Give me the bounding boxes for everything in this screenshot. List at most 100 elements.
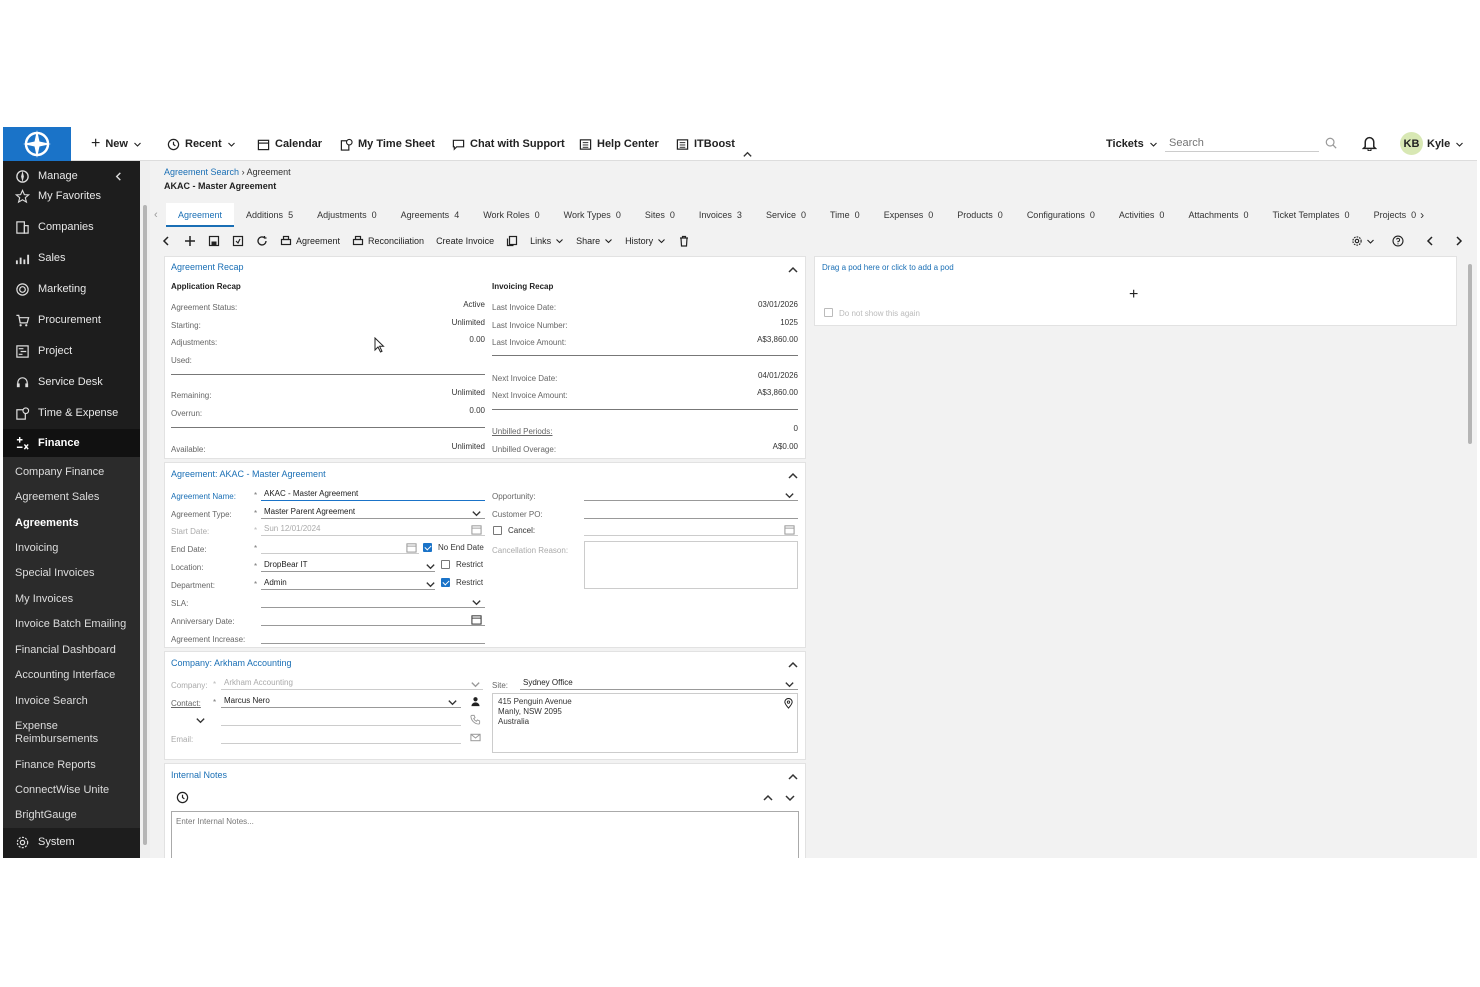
sidebar-item-procurement[interactable]: Procurement xyxy=(3,306,140,334)
tab-projects[interactable]: Projects 0 xyxy=(1362,203,1421,227)
sidebar-subitem-invoicing[interactable]: Invoicing xyxy=(3,542,140,555)
save-and-close-icon[interactable] xyxy=(232,235,244,247)
tab-work-types[interactable]: Work Types 0 xyxy=(552,203,633,227)
sidebar-item-companies[interactable]: Companies xyxy=(3,213,140,241)
tab-expenses[interactable]: Expenses 0 xyxy=(872,203,946,227)
sidebar-scrollbar[interactable] xyxy=(140,161,150,858)
bell-icon[interactable] xyxy=(1362,135,1377,151)
avatar[interactable]: KB xyxy=(1400,132,1423,155)
help-icon[interactable] xyxy=(1392,235,1404,247)
save-icon[interactable] xyxy=(208,235,220,247)
tab-adjustments[interactable]: Adjustments 0 xyxy=(305,203,389,227)
agreement-increase-input[interactable] xyxy=(261,631,485,644)
sidebar-item-finance[interactable]: Finance xyxy=(3,429,140,457)
sidebar-subitem-financial-dashboard[interactable]: Financial Dashboard xyxy=(3,644,140,657)
sidebar-subitem-my-invoices[interactable]: My Invoices xyxy=(3,593,140,606)
add-icon[interactable] xyxy=(184,235,196,247)
itboost-link[interactable]: ITBoost xyxy=(676,127,735,161)
tab-ticket-templates[interactable]: Ticket Templates 0 xyxy=(1261,203,1362,227)
create-invoice-button[interactable]: Create Invoice xyxy=(436,236,494,246)
links-menu[interactable]: Links xyxy=(530,235,564,247)
sidebar-item-time-expense[interactable]: Time & Expense xyxy=(3,399,140,427)
location-select[interactable]: DropBear IT xyxy=(261,559,435,572)
print-reconciliation-button[interactable]: Reconciliation xyxy=(352,235,424,247)
tab-products[interactable]: Products 0 xyxy=(945,203,1015,227)
chevron-down-icon[interactable] xyxy=(784,490,795,501)
cancellation-reason-textarea[interactable] xyxy=(584,541,798,589)
phone-input[interactable] xyxy=(221,713,461,726)
start-date-input[interactable]: Sun 12/01/2024 xyxy=(261,523,485,536)
company-select[interactable]: Arkham Accounting xyxy=(221,677,483,690)
sidebar-subitem-agreements[interactable]: Agreements xyxy=(3,517,140,530)
calendar-icon[interactable] xyxy=(784,524,795,535)
email-field[interactable] xyxy=(221,731,461,744)
person-icon[interactable] xyxy=(470,696,481,707)
trash-icon[interactable] xyxy=(678,235,690,247)
sidebar-subitem-special-invoices[interactable]: Special Invoices xyxy=(3,567,140,580)
chevron-down-icon[interactable] xyxy=(447,697,458,708)
next-record-icon[interactable] xyxy=(1453,235,1465,247)
cancel-checkbox[interactable] xyxy=(493,526,502,535)
search-input[interactable] xyxy=(1165,134,1319,152)
collapse-icon[interactable] xyxy=(787,659,799,671)
tab-time[interactable]: Time 0 xyxy=(818,203,872,227)
mail-icon[interactable] xyxy=(470,732,481,743)
tab-agreements[interactable]: Agreements 4 xyxy=(389,203,472,227)
sidebar-subitem-finance-reports[interactable]: Finance Reports xyxy=(3,759,140,772)
calendar-link[interactable]: Calendar xyxy=(257,127,322,161)
tab-additions[interactable]: Additions 5 xyxy=(234,203,305,227)
help-center-link[interactable]: Help Center xyxy=(579,127,659,161)
tabs-scroll-right-icon[interactable]: › xyxy=(1420,203,1430,227)
tab-work-roles[interactable]: Work Roles 0 xyxy=(471,203,551,227)
opportunity-select[interactable] xyxy=(584,488,798,501)
sidebar-item-service-desk[interactable]: Service Desk xyxy=(3,368,140,396)
chevron-down-icon[interactable] xyxy=(1366,237,1375,246)
unbilled-periods-link[interactable]: Unbilled Periods: xyxy=(492,427,552,436)
settings-gear-icon[interactable] xyxy=(1351,235,1363,247)
chevron-down-icon[interactable] xyxy=(784,679,795,690)
chevron-down-icon[interactable] xyxy=(425,579,436,590)
end-date-input[interactable] xyxy=(261,541,419,554)
customer-po-input[interactable] xyxy=(584,506,798,519)
app-logo[interactable] xyxy=(3,127,71,161)
restrict-department-checkbox[interactable] xyxy=(441,578,450,587)
map-pin-icon[interactable] xyxy=(783,698,794,709)
restrict-location-checkbox[interactable] xyxy=(441,560,450,569)
breadcrumb-link[interactable]: Agreement Search xyxy=(164,167,239,177)
tab-agreement[interactable]: Agreement xyxy=(166,203,235,227)
chevron-down-icon[interactable] xyxy=(470,679,481,690)
sidebar-subitem-expense-reimbursements[interactable]: Expense Reimbursements xyxy=(3,720,113,746)
collapse-icon[interactable] xyxy=(787,771,799,783)
agreement-type-select[interactable]: Master Parent Agreement xyxy=(261,506,485,519)
collapse-icon[interactable] xyxy=(787,264,799,276)
sidebar-item-sales[interactable]: Sales xyxy=(3,244,140,272)
chevron-down-icon[interactable] xyxy=(471,597,482,608)
sidebar-subitem-invoice-batch-emailing[interactable]: Invoice Batch Emailing xyxy=(3,618,140,631)
add-pod-hint[interactable]: Drag a pod here or click to add a pod xyxy=(822,263,954,272)
sidebar-subitem-company-finance[interactable]: Company Finance xyxy=(3,466,140,479)
phone-icon[interactable] xyxy=(470,714,481,725)
previous-record-icon[interactable] xyxy=(1424,235,1436,247)
sidebar-subitem-brightgauge[interactable]: BrightGauge xyxy=(3,809,140,822)
tabs-scroll-left-icon[interactable]: ‹ xyxy=(154,203,166,227)
cancel-date-input[interactable] xyxy=(584,523,798,536)
chat-support-link[interactable]: Chat with Support xyxy=(452,127,565,161)
chevron-down-icon[interactable] xyxy=(195,715,206,726)
time-sheet-link[interactable]: My Time Sheet xyxy=(340,127,435,161)
chevron-down-icon[interactable] xyxy=(425,561,436,572)
sidebar-subitem-accounting-interface[interactable]: Accounting Interface xyxy=(3,669,140,682)
chevron-down-icon[interactable] xyxy=(471,508,482,519)
calendar-icon[interactable] xyxy=(406,542,417,553)
sidebar-item-system[interactable]: System xyxy=(3,828,140,856)
last-invoice-number-value[interactable]: 1025 xyxy=(718,318,798,327)
tickets-menu[interactable]: Tickets xyxy=(1106,127,1158,161)
sidebar-item-marketing[interactable]: Marketing xyxy=(3,275,140,303)
refresh-icon[interactable] xyxy=(256,235,268,247)
collapse-icon[interactable] xyxy=(787,470,799,482)
search-icon[interactable] xyxy=(1325,137,1337,149)
copy-icon[interactable] xyxy=(506,235,518,247)
clock-icon[interactable] xyxy=(176,791,189,804)
calendar-icon[interactable] xyxy=(471,614,482,625)
calendar-icon[interactable] xyxy=(471,524,482,535)
share-menu[interactable]: Share xyxy=(576,235,613,247)
